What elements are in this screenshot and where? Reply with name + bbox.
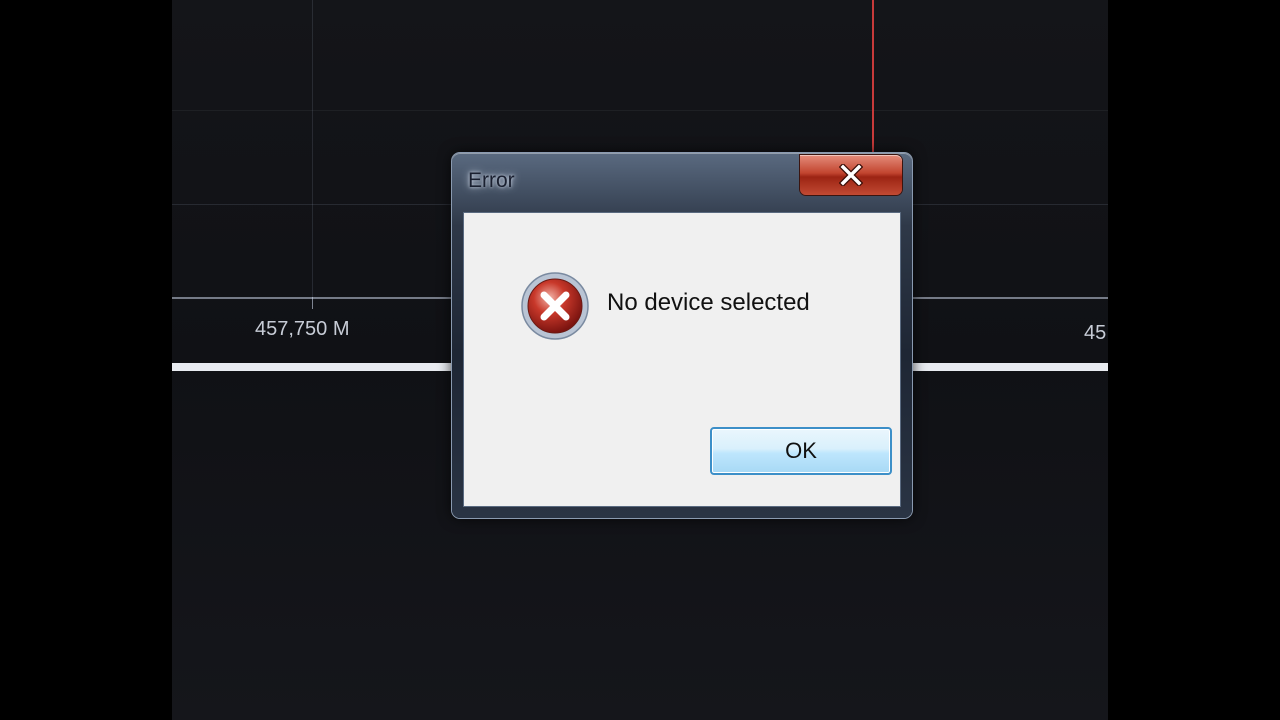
error-icon xyxy=(520,271,590,341)
close-icon xyxy=(800,155,902,195)
close-button[interactable] xyxy=(800,155,902,195)
frequency-marker[interactable] xyxy=(872,0,874,160)
grid-line xyxy=(312,0,313,297)
ok-button[interactable]: OK xyxy=(710,427,892,475)
dialog-title: Error xyxy=(468,169,515,192)
frequency-label: 457,750 M xyxy=(255,318,350,340)
frequency-label: 45 xyxy=(1084,322,1107,344)
dialog-titlebar[interactable]: Error xyxy=(452,153,912,211)
axis-tick xyxy=(312,297,313,309)
error-message: No device selected xyxy=(607,289,810,316)
dialog-content: No device selected OK xyxy=(464,213,900,506)
grid-line xyxy=(172,110,1108,111)
error-dialog: Error No device selected OK xyxy=(452,153,912,518)
